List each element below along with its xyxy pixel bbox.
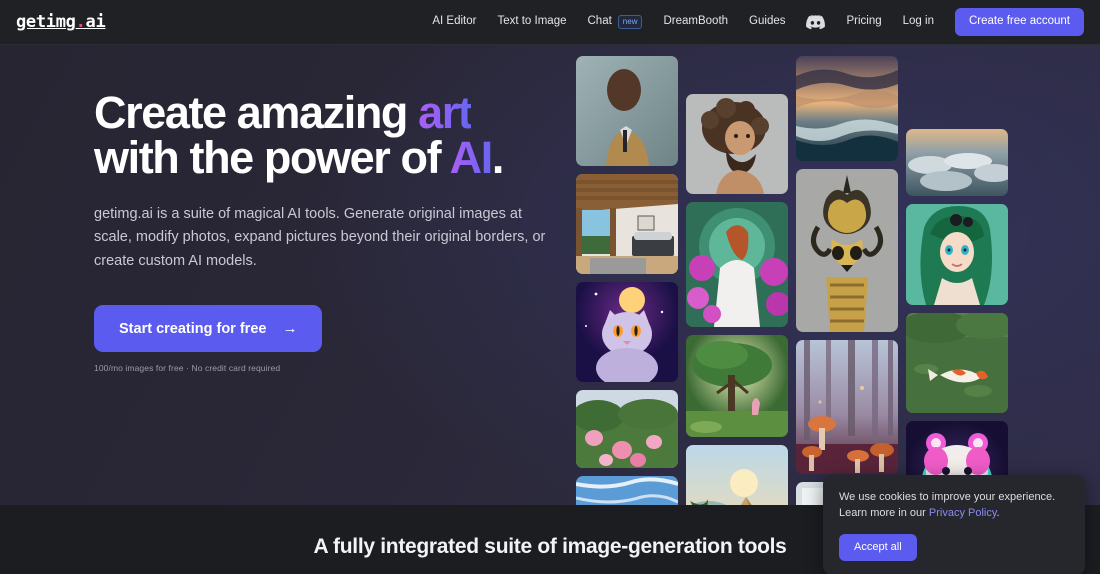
headline-text-2: with the power of xyxy=(94,132,450,183)
logo-suffix: ai xyxy=(85,12,106,32)
column-2-spacer xyxy=(686,56,788,86)
tile-sunlit-tree[interactable] xyxy=(686,335,788,437)
headline-accent-ai: AI xyxy=(449,132,494,183)
gallery-column-3 xyxy=(796,56,898,505)
nav-links-group: AI Editor Text to Image Chat new DreamBo… xyxy=(432,14,826,30)
new-badge: new xyxy=(617,15,643,29)
logo-dot: . xyxy=(75,12,86,32)
headline-accent-art: art xyxy=(418,87,473,138)
tile-golden-skull[interactable] xyxy=(796,169,898,332)
create-free-account-button[interactable]: Create free account xyxy=(954,8,1084,36)
tile-wooden-bedroom[interactable] xyxy=(576,174,678,274)
tile-rose-garden[interactable] xyxy=(576,390,678,468)
tile-pyramid[interactable] xyxy=(686,445,788,505)
hero-description: getimg.ai is a suite of magical AI tools… xyxy=(94,206,546,269)
column-4-spacer xyxy=(906,56,1008,121)
headline-text-1: Create amazing xyxy=(94,87,419,138)
tile-curly-hair-man[interactable] xyxy=(686,94,788,194)
tile-koi-pond[interactable] xyxy=(906,313,1008,413)
nav-link-text-to-image[interactable]: Text to Image xyxy=(497,16,566,28)
start-creating-button[interactable]: Start creating for free → xyxy=(94,305,323,353)
tile-woman-flowers[interactable] xyxy=(686,202,788,327)
landing-page: getimg.ai AI Editor Text to Image Chat n… xyxy=(0,0,1100,574)
cookie-message: We use cookies to improve your experienc… xyxy=(839,490,1069,522)
nav-link-pricing[interactable]: Pricing xyxy=(846,16,881,28)
nav-link-dreambooth[interactable]: DreamBooth xyxy=(663,16,728,28)
accept-all-button[interactable]: Accept all xyxy=(839,533,917,561)
cookie-consent-banner: We use cookies to improve your experienc… xyxy=(823,475,1085,574)
gallery-column-1 xyxy=(576,56,678,505)
discord-icon[interactable] xyxy=(806,14,826,30)
arrow-right-icon: → xyxy=(282,320,298,338)
gallery-column-4 xyxy=(906,56,1008,505)
headline-line-2: with the power of AI. xyxy=(94,132,505,183)
start-creating-label: Start creating for free xyxy=(119,320,267,337)
cookie-text-after: . xyxy=(996,506,1000,519)
tile-stormy-ocean[interactable] xyxy=(796,56,898,161)
tile-horse-sky[interactable] xyxy=(576,476,678,505)
nav-link-ai-editor[interactable]: AI Editor xyxy=(432,16,476,28)
nav-link-guides[interactable]: Guides xyxy=(749,16,785,28)
hero-section: Create amazing art with the power of AI.… xyxy=(0,45,1100,505)
headline-period: . xyxy=(491,132,505,183)
tile-green-hair-anime[interactable] xyxy=(906,204,1008,305)
cta-fineprint: 100/mo images for free · No credit card … xyxy=(94,363,281,374)
page-title: Create amazing art with the power of AI. xyxy=(94,90,564,180)
logo-name: getimg xyxy=(16,12,76,32)
nav-link-chat-wrapper: Chat new xyxy=(588,15,643,29)
tile-portrait-man-suit[interactable] xyxy=(576,56,678,166)
nav-link-login[interactable]: Log in xyxy=(903,16,934,28)
nav-actions-group: Pricing Log in Create free account xyxy=(846,8,1084,36)
tile-mushroom-forest[interactable] xyxy=(796,340,898,474)
gallery-column-2 xyxy=(686,56,788,505)
privacy-policy-link[interactable]: Privacy Policy xyxy=(929,507,997,519)
discord-glyph xyxy=(806,14,826,29)
nav-link-chat[interactable]: Chat xyxy=(588,16,612,28)
hero-copy-block: Create amazing art with the power of AI.… xyxy=(94,90,564,373)
site-logo[interactable]: getimg.ai xyxy=(16,12,106,32)
top-navigation-bar: getimg.ai AI Editor Text to Image Chat n… xyxy=(0,0,1100,45)
tile-clouds[interactable] xyxy=(906,129,1008,196)
headline-line-1: Create amazing art xyxy=(94,87,473,138)
image-gallery-grid xyxy=(576,56,1008,505)
tile-cosmic-cat[interactable] xyxy=(576,282,678,382)
